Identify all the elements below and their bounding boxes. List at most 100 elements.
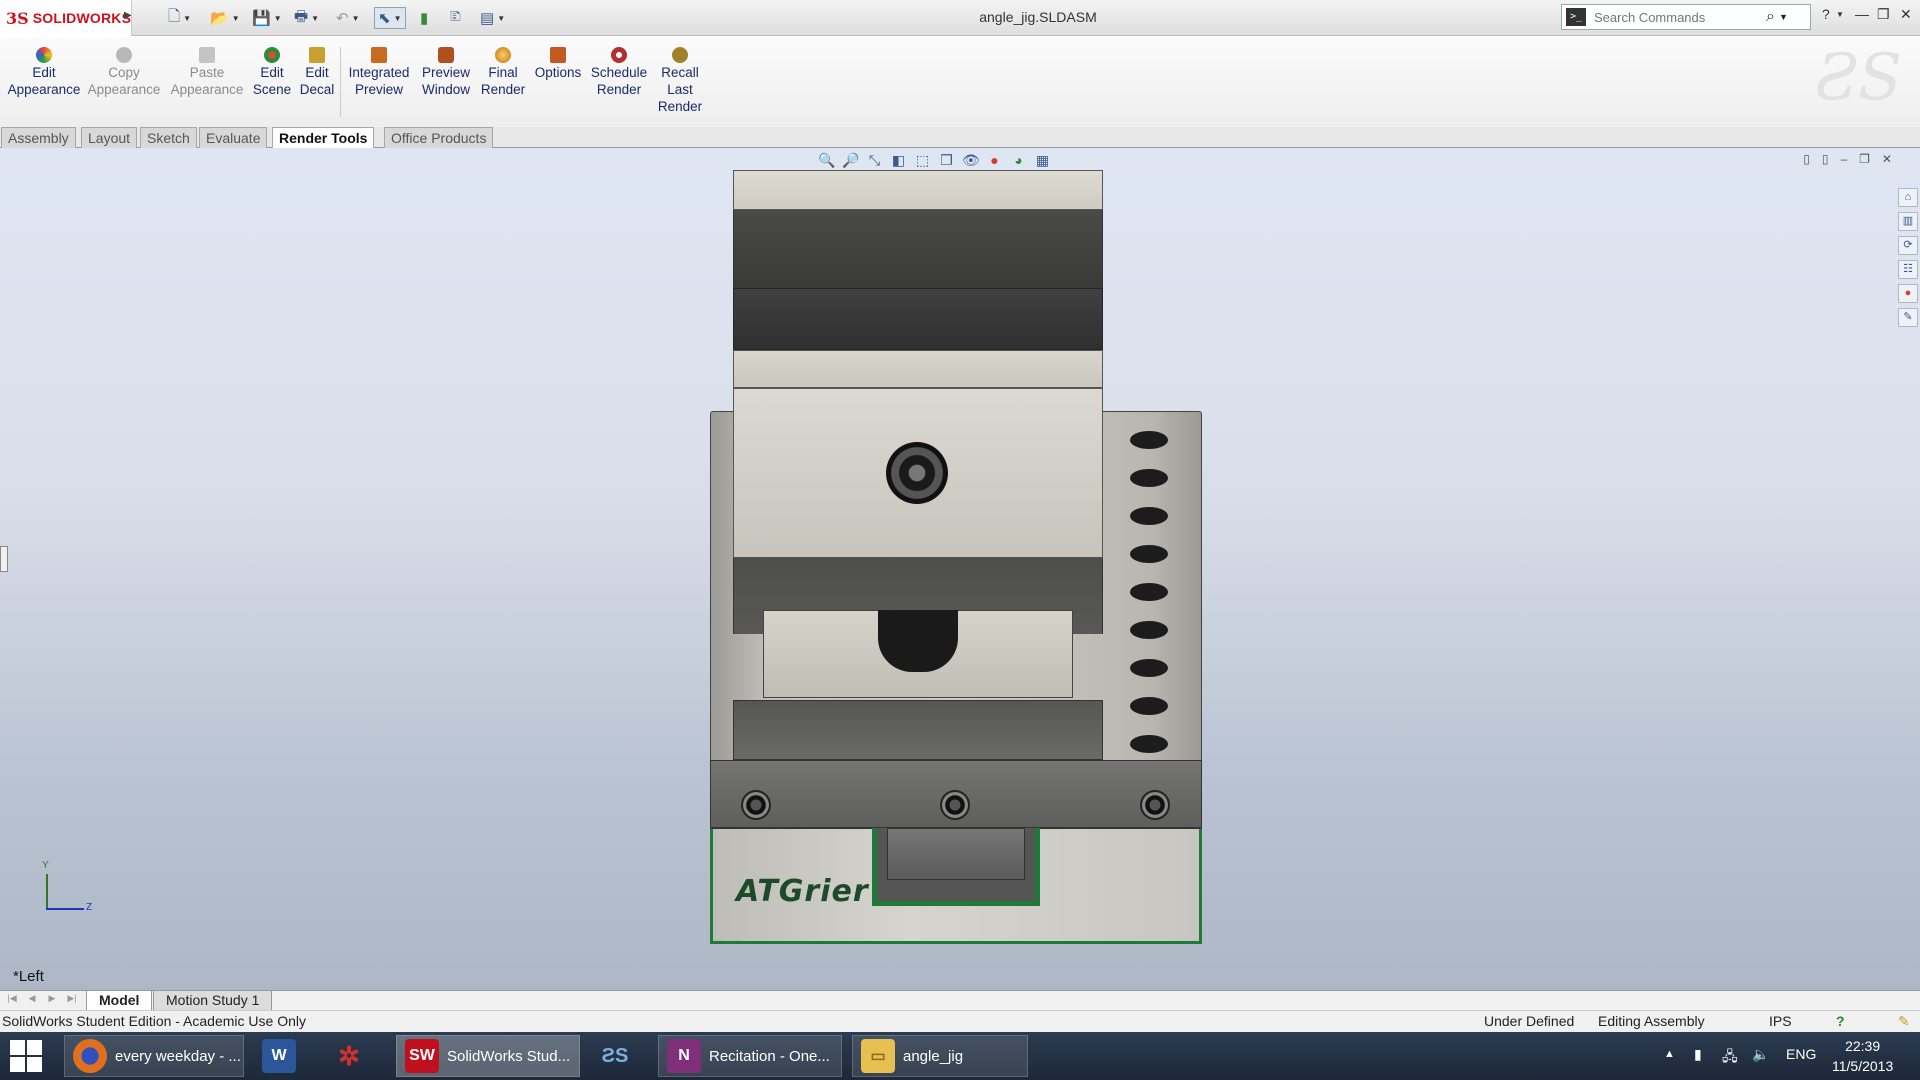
tab-sketch[interactable]: Sketch [140,127,197,148]
zotero-icon: ✲ [338,1040,360,1071]
command-prompt-icon: >_ [1566,8,1586,26]
graphics-area[interactable]: 🔍 🔎 ⤡ ◧ ⬚ ❒ 👁 ● ◕ ▦ ▯▯–❐✕ ⌂ ▥ ⟳ ☷ ● ✎ AT… [0,148,1920,990]
apply-scene-icon[interactable]: ◕ [1010,152,1027,169]
task-pane-tabs: ⌂ ▥ ⟳ ☷ ● ✎ [1898,188,1920,327]
rebuild-icon[interactable]: ▮ [420,7,428,29]
integrated-preview-label: Integrated Preview [348,65,410,97]
print-icon[interactable]: 🖶 ▼ [294,7,319,29]
view-orientation-icon[interactable]: ⬚ [914,152,931,169]
schedule-render-button[interactable]: Schedule Render [588,47,650,98]
view-palette-icon[interactable]: ☷ [1898,260,1918,279]
taskbar-word[interactable]: W [254,1035,314,1077]
next-tab-icon[interactable]: ▶ [42,993,62,1009]
file-explorer-icon[interactable]: ⟳ [1898,236,1918,255]
rebuild-status-icon[interactable]: ✎ [1898,1011,1910,1032]
taskbar-solidworks[interactable]: SW SolidWorks Stud... [396,1035,580,1077]
edit-appearance-view-icon[interactable]: ● [986,152,1003,169]
solidworks-logo[interactable]: 3S SOLIDWORKS [0,0,132,36]
windows-taskbar: every weekday - ... W ✲ SW SolidWorks St… [0,1032,1920,1080]
help-status-icon[interactable]: ? [1836,1011,1845,1032]
search-input[interactable] [1594,9,1764,25]
restore-icon[interactable]: ❐ [1877,6,1890,23]
tab-render-tools[interactable]: Render Tools [272,127,375,149]
design-library-icon[interactable]: ▥ [1898,212,1918,231]
search-icon[interactable]: ⌕ [1766,8,1775,26]
first-tab-icon[interactable]: |◀ [2,993,22,1009]
preview-window-button[interactable]: Preview Window [418,47,474,98]
edit-appearance-button[interactable]: Edit Appearance [6,47,82,98]
save-icon[interactable]: 💾 ▼ [252,7,282,29]
tab-evaluate[interactable]: Evaluate [199,127,268,148]
edit-decal-button[interactable]: Edit Decal [298,47,336,98]
taskbar-solidworks-label: SolidWorks Stud... [447,1047,571,1065]
tab-model[interactable]: Model [86,991,153,1011]
file-properties-icon[interactable]: 🗈 [450,7,461,29]
view-settings-icon[interactable]: ▦ [1034,152,1051,169]
socket-head-bolt [886,442,948,504]
menu-flyout-arrow-icon[interactable]: ▶ [124,10,132,26]
copy-appearance-button[interactable]: Copy Appearance [86,47,162,98]
section-view-icon[interactable]: ◧ [890,152,907,169]
reference-triad: Y Z [40,860,100,914]
help-dropdown-icon[interactable]: ▼ [1836,10,1844,19]
taskbar-explorer[interactable]: ▭ angle_jig [852,1035,1028,1077]
usb-icon[interactable]: ▮ [1694,1046,1702,1063]
final-render-button[interactable]: Final Render [480,47,526,98]
taskbar-onenote[interactable]: N Recitation - One... [658,1035,842,1077]
tab-assembly[interactable]: Assembly [1,127,76,148]
clock-date: 11/5/2013 [1832,1058,1894,1074]
display-style-icon[interactable]: ❒ [938,152,955,169]
triad-z-axis [46,908,84,910]
paste-appearance-icon [199,47,215,63]
options-icon[interactable]: ▤ ▼ [480,7,505,29]
tab-layout[interactable]: Layout [81,127,138,148]
taskbar-3dvia[interactable]: ƧS [590,1035,650,1077]
paste-appearance-label: Paste Appearance [170,65,244,97]
taskbar-zotero[interactable]: ✲ [324,1035,384,1077]
close-icon[interactable]: ✕ [1900,6,1912,23]
tab-office-products[interactable]: Office Products [384,127,494,148]
new-document-icon[interactable]: 🗋 ▼ [168,7,191,29]
help-icon[interactable]: ? [1822,6,1830,22]
undo-icon[interactable]: ↶ ▼ [336,7,360,29]
taskbar-firefox-label: every weekday - ... [115,1047,241,1065]
status-units[interactable]: IPS [1769,1011,1792,1032]
hide-show-items-icon[interactable]: 👁 [962,152,980,169]
integrated-preview-button[interactable]: Integrated Preview [344,47,414,98]
base-screw [741,790,771,820]
appearances-scenes-icon[interactable]: ● [1898,284,1918,303]
windows-start-icon[interactable] [10,1040,44,1074]
minimize-icon[interactable]: — [1855,6,1869,22]
schedule-render-icon [611,47,627,63]
zoom-to-fit-icon[interactable]: 🔍 [818,152,835,169]
feature-manager-flyout-handle[interactable] [0,546,8,572]
slot-hole [1130,431,1168,449]
recall-last-render-button[interactable]: Recall Last Render [654,47,706,115]
volume-icon[interactable]: 🔈 [1752,1046,1769,1063]
paste-appearance-button[interactable]: Paste Appearance [167,47,247,98]
previous-view-icon[interactable]: ⤡ [866,152,883,169]
viewport-window-controls[interactable]: ▯▯–❐✕ [1803,152,1904,166]
input-language[interactable]: ENG [1786,1046,1816,1062]
prev-tab-icon[interactable]: ◀ [22,993,42,1009]
decal-icon [309,47,325,63]
onenote-icon: N [667,1039,701,1073]
select-pointer-icon[interactable]: ⬉ ▼ [374,7,406,29]
zoom-to-area-icon[interactable]: 🔎 [842,152,859,169]
open-folder-icon[interactable]: 📂 ▼ [210,7,240,29]
search-commands-box[interactable]: >_ ⌕ ▼ [1561,4,1811,30]
tab-motion-study-1[interactable]: Motion Study 1 [153,991,273,1011]
edit-scene-button[interactable]: Edit Scene [252,47,292,98]
search-dropdown-icon[interactable]: ▼ [1779,12,1788,22]
network-icon[interactable]: 🖧 [1722,1046,1738,1070]
slot-hole [1130,697,1168,715]
last-tab-icon[interactable]: ▶| [62,993,82,1009]
title-bar: 3S SOLIDWORKS ▶ 🗋 ▼ 📂 ▼ 💾 ▼ 🖶 ▼ ↶ ▼ ⬉ ▼ ▮ 🗈 ▤ ▼… [0,0,1920,36]
system-clock[interactable]: 22:39 11/5/2013 [1832,1036,1893,1076]
custom-properties-icon[interactable]: ✎ [1898,308,1918,327]
triad-y-axis [46,874,48,910]
show-hidden-icons-icon[interactable]: ▲ [1664,1048,1675,1060]
solidworks-resources-icon[interactable]: ⌂ [1898,188,1918,207]
options-button[interactable]: Options [532,47,584,81]
taskbar-firefox[interactable]: every weekday - ... [64,1035,244,1077]
